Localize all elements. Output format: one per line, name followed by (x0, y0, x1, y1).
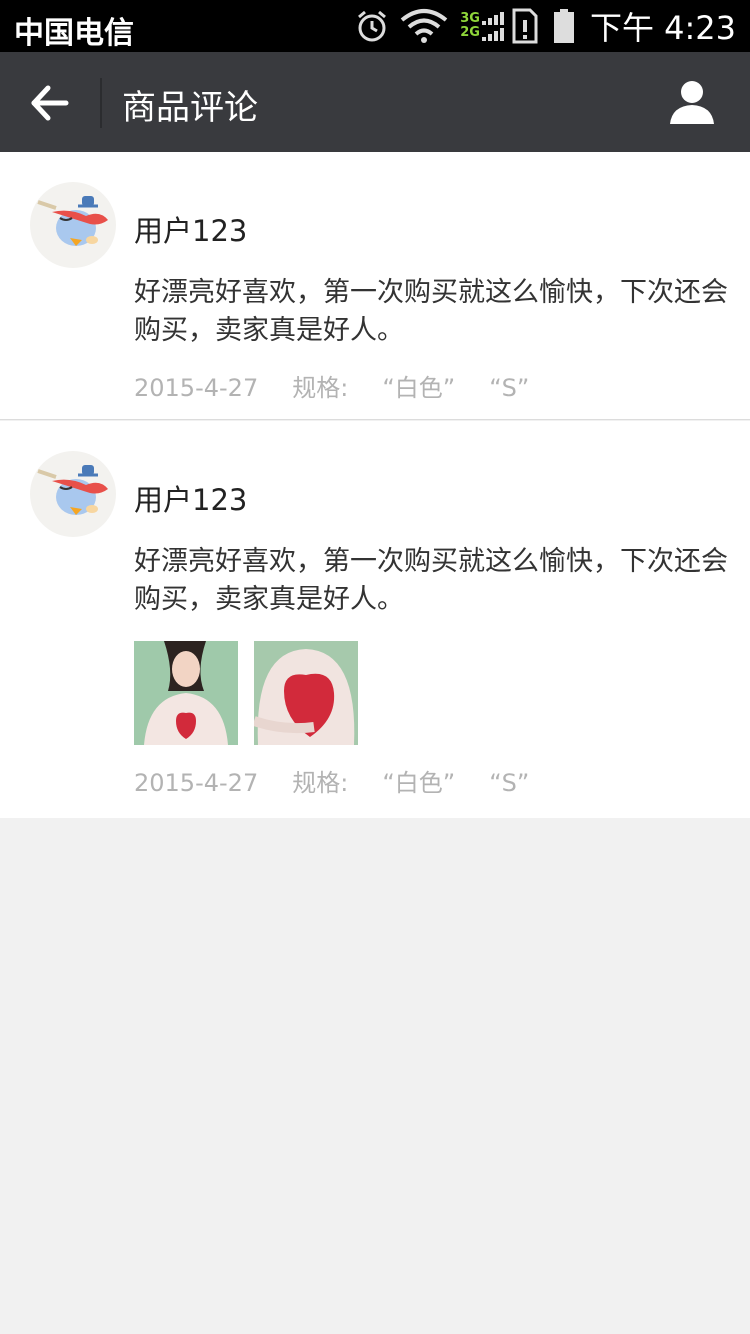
carrier-name: 中国电信 (14, 16, 134, 51)
spec-color: “白色” (382, 769, 456, 797)
spec-color: “白色” (382, 374, 456, 402)
back-button[interactable] (26, 80, 76, 126)
username: 用户123 (134, 214, 248, 248)
photo-thumbnail (134, 641, 238, 745)
bird-avatar-icon (37, 196, 108, 246)
spec-label: 规格: (292, 374, 349, 402)
back-arrow-icon (31, 85, 69, 121)
alarm-icon (358, 10, 387, 42)
sim-icon (512, 8, 538, 44)
review-photo[interactable] (254, 641, 358, 745)
bird-avatar-icon (37, 465, 108, 515)
user-icon (670, 81, 714, 124)
review-date: 2015-4-27 (134, 374, 259, 402)
review-text: 好漂亮好喜欢，第一次购买就这么愉快，下次还会购买，卖家真是好人。 (134, 277, 728, 346)
battery-icon (553, 9, 574, 43)
avatar[interactable] (30, 451, 116, 537)
status-bar: 中国电信 3G 2G 下午 4:23 (0, 0, 750, 52)
spec-label: 规格: (292, 769, 349, 797)
nav-divider (100, 78, 102, 128)
review-item: 用户123 好漂亮好喜欢，第一次购买就这么愉快，下次还会购买，卖家真是好人。 2… (0, 152, 750, 420)
review-text: 好漂亮好喜欢，第一次购买就这么愉快，下次还会购买，卖家真是好人。 (134, 546, 728, 615)
profile-button[interactable] (668, 78, 716, 126)
photo-thumbnail (254, 641, 358, 745)
review-photo[interactable] (134, 641, 238, 745)
nav-bar: 商品评论 (0, 52, 750, 152)
status-time: 下午 4:23 (589, 9, 736, 47)
review-meta: 2015-4-27 规格: “白色” “S” (134, 368, 563, 403)
status-icons: 3G 2G 下午 4:23 (354, 6, 736, 47)
username: 用户123 (134, 483, 248, 517)
review-date: 2015-4-27 (134, 769, 259, 797)
network-type: 3G 2G (460, 11, 480, 40)
review-meta: 2015-4-27 规格: “白色” “S” (134, 763, 563, 798)
signal-icon (481, 12, 504, 41)
avatar[interactable] (30, 182, 116, 268)
spec-size: “S” (489, 769, 530, 797)
wifi-icon (400, 9, 448, 43)
spec-size: “S” (489, 374, 530, 402)
review-item: 用户123 好漂亮好喜欢，第一次购买就这么愉快，下次还会购买，卖家真是好人。 2… (0, 421, 750, 818)
page-title: 商品评论 (122, 88, 258, 128)
review-photos (134, 641, 374, 745)
